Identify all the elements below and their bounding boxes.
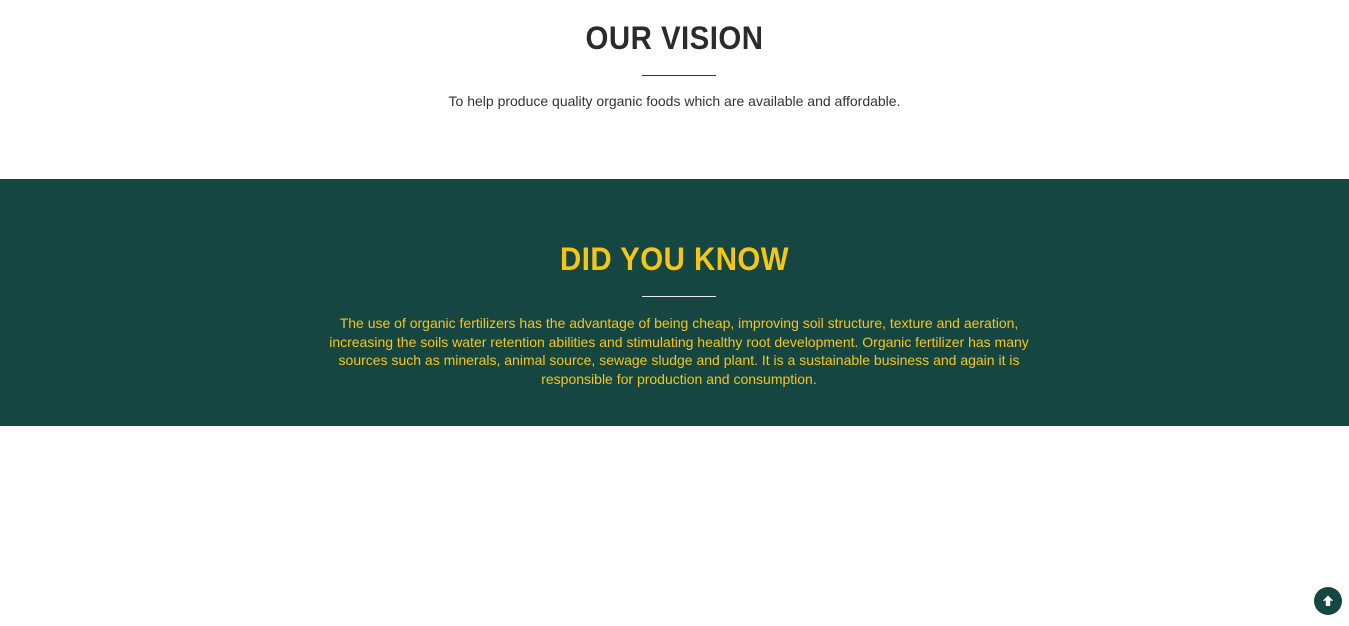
- vision-title-divider: [642, 75, 716, 76]
- scroll-to-top-button[interactable]: [1314, 587, 1342, 615]
- arrow-up-circle-icon: [1322, 595, 1334, 606]
- did-you-know-section: DID YOU KNOW The use of organic fertiliz…: [0, 179, 1349, 426]
- did-you-know-title: DID YOU KNOW: [559, 241, 790, 277]
- vision-text: To help produce quality organic foods wh…: [448, 93, 901, 109]
- did-you-know-text: The use of organic fertilizers has the a…: [329, 315, 1029, 388]
- vision-section: OUR VISION To help produce quality organ…: [0, 0, 1349, 179]
- did-you-know-title-divider: [642, 296, 716, 297]
- page: OUR VISION To help produce quality organ…: [0, 0, 1349, 626]
- vision-title: OUR VISION: [585, 20, 764, 56]
